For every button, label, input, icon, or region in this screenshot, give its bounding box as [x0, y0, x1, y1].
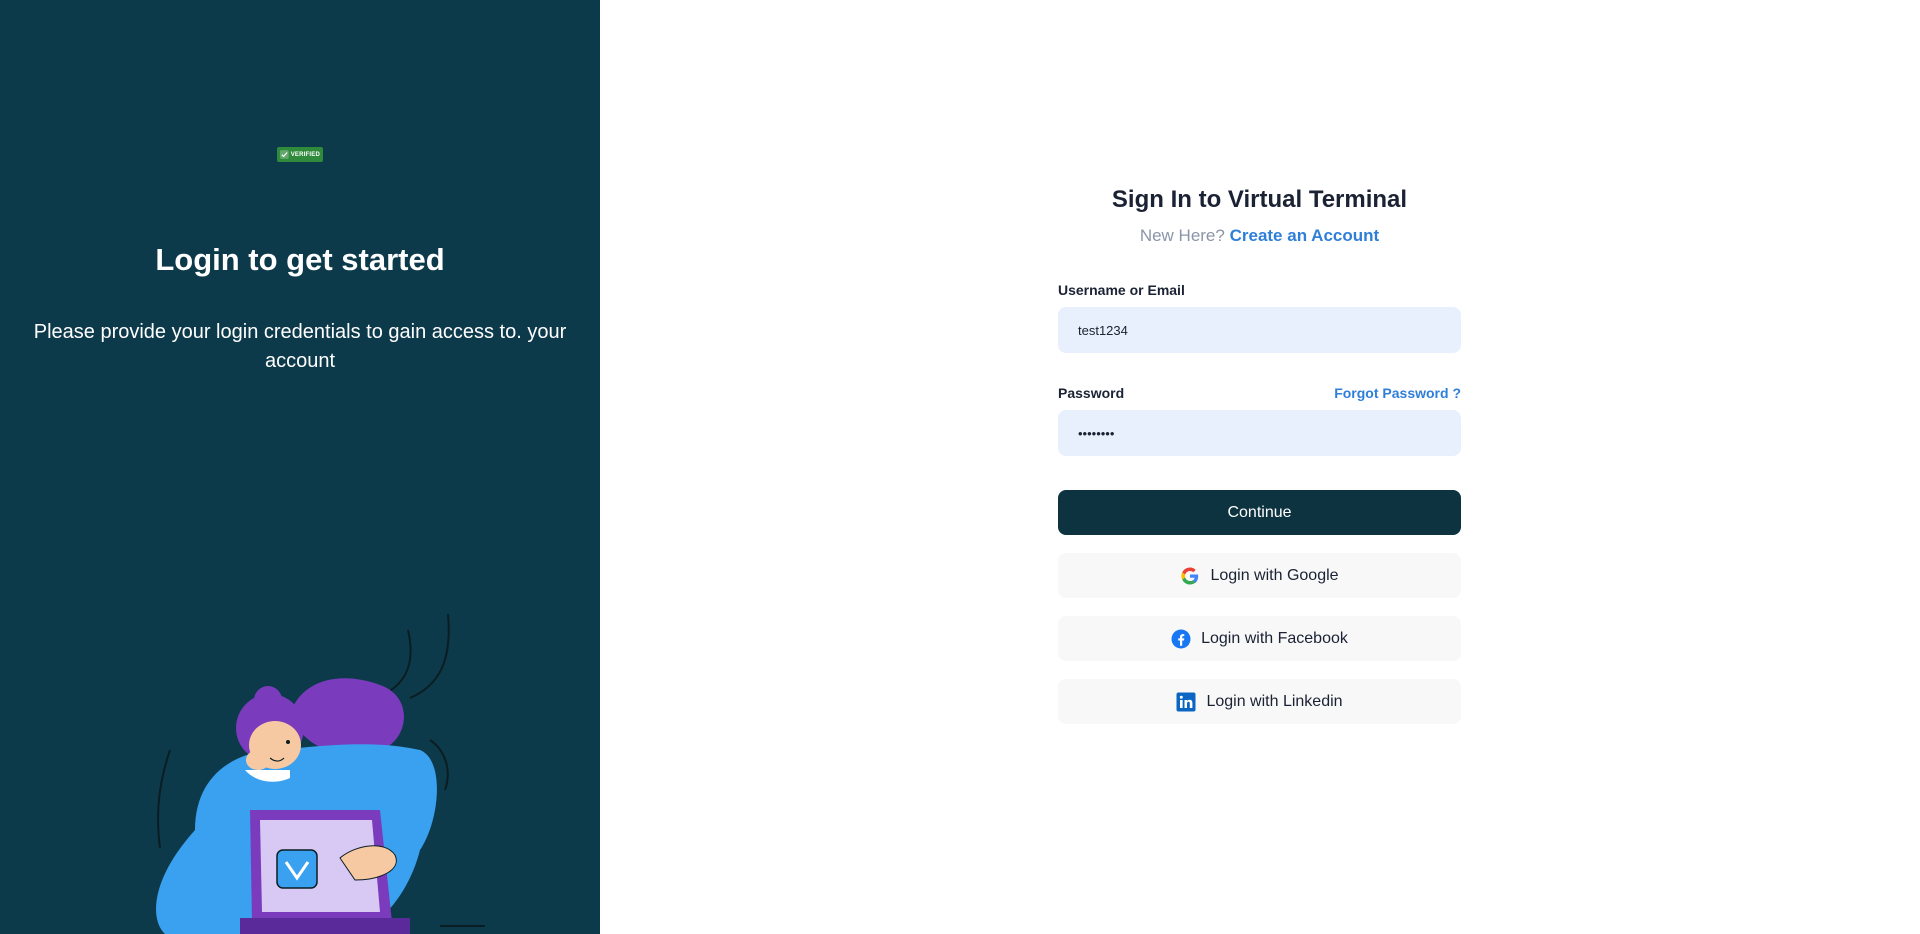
person-laptop-illustration — [156, 613, 485, 934]
linkedin-login-label: Login with Linkedin — [1206, 692, 1343, 710]
username-label-row: Username or Email — [1058, 282, 1461, 298]
continue-button[interactable]: Continue — [1058, 490, 1461, 535]
password-label-row: Password Forgot Password ? — [1058, 385, 1461, 401]
linkedin-icon — [1176, 692, 1196, 711]
facebook-login-label: Login with Facebook — [1201, 629, 1348, 647]
facebook-icon — [1171, 629, 1191, 648]
new-here-line: New Here? Create an Account — [1058, 226, 1461, 246]
sign-in-form: Sign In to Virtual Terminal New Here? Cr… — [1058, 186, 1461, 724]
badge-label: VERIFIED — [290, 151, 320, 158]
google-login-label: Login with Google — [1210, 566, 1339, 584]
password-label: Password — [1058, 385, 1125, 401]
facebook-login-button[interactable]: Login with Facebook — [1058, 616, 1461, 661]
username-input[interactable] — [1058, 307, 1461, 353]
password-input[interactable] — [1058, 410, 1461, 456]
left-subtext: Please provide your login credentials to… — [33, 321, 567, 372]
left-heading: Login to get started — [155, 242, 445, 277]
left-panel: VERIFIED Login to get started Please pro… — [0, 0, 600, 934]
password-group: Password Forgot Password ? — [1058, 385, 1461, 456]
username-group: Username or Email — [1058, 282, 1461, 353]
form-title: Sign In to Virtual Terminal — [1111, 186, 1408, 213]
verified-badge: VERIFIED — [277, 147, 323, 162]
create-account-link[interactable]: Create an Account — [1230, 226, 1380, 245]
google-login-button[interactable]: Login with Google — [1058, 553, 1461, 598]
username-label: Username or Email — [1058, 282, 1185, 298]
new-here-text: New Here? — [1139, 226, 1225, 245]
google-icon — [1181, 567, 1199, 584]
check-icon — [280, 150, 289, 159]
forgot-password-link[interactable]: Forgot Password ? — [1334, 385, 1461, 401]
linkedin-login-button[interactable]: Login with Linkedin — [1058, 679, 1461, 724]
